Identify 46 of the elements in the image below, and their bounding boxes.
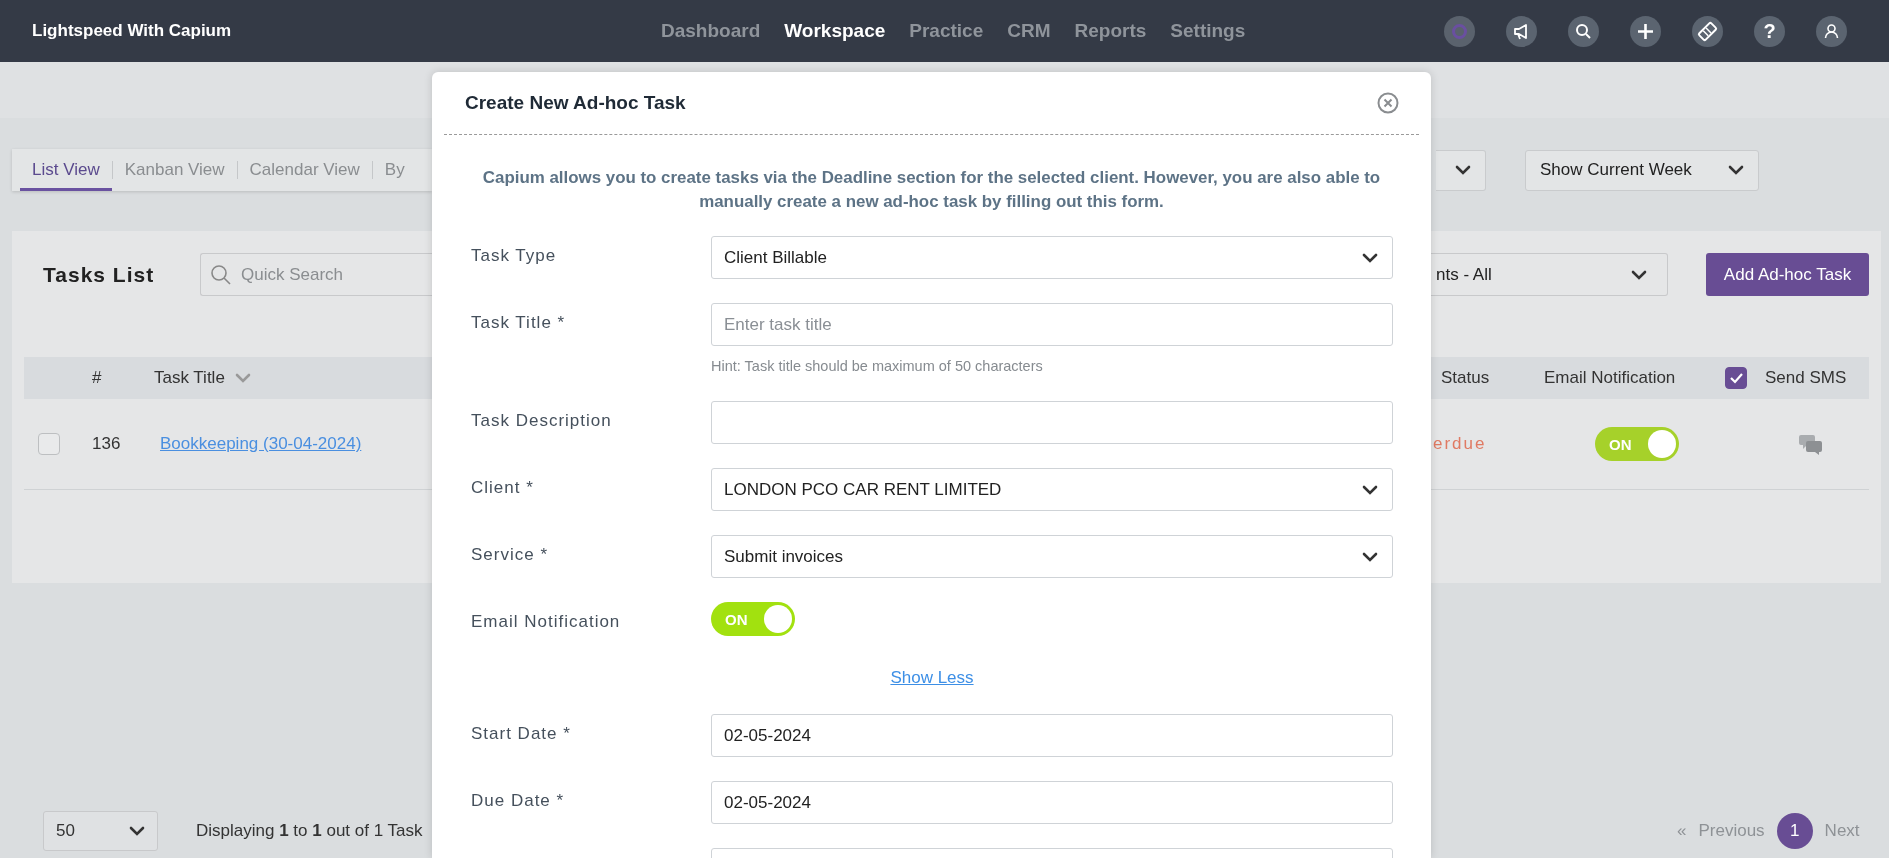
show-less-link[interactable]: Show Less — [890, 668, 974, 688]
view-tab[interactable]: Calendar View — [237, 149, 372, 191]
field-label: Task Description — [471, 410, 613, 431]
view-tab[interactable]: Kanban View — [112, 149, 237, 191]
field-label: Due Date * — [471, 790, 566, 811]
view-tab[interactable]: List View — [20, 149, 112, 191]
intro-text: Capium allows you to create tasks via the Deadline section for the selected client. However, you are also able to manually create a new ad-hoc task by filling out this form. — [481, 167, 1382, 213]
view-tab[interactable]: By — [372, 149, 417, 191]
column-header: Status — [1441, 368, 1490, 388]
input-field[interactable]: 02-05-2024 — [711, 781, 1393, 824]
input-field[interactable]: 02-05-2024 — [711, 714, 1393, 757]
input-field[interactable]: Enter task title — [711, 303, 1393, 346]
select-field[interactable]: LONDON PCO CAR RENT LIMITED — [711, 468, 1393, 511]
dialog-title: Create New Ad-hoc Task — [465, 92, 686, 114]
column-header: Email Notification — [1544, 368, 1676, 388]
nav-link[interactable]: Settings — [1170, 20, 1246, 42]
status-text: erdue — [1433, 434, 1487, 454]
summary-text: Displaying 1 to 1 out of 1 Task — [196, 821, 423, 841]
column-header: # — [92, 368, 102, 388]
panel-title: Tasks List — [43, 262, 156, 287]
page-button[interactable]: 1 — [1776, 813, 1813, 849]
column-header[interactable]: Task Title — [154, 368, 225, 388]
nav-link[interactable]: Workspace — [784, 20, 886, 42]
app-title: Lightspeed With Capium — [32, 21, 233, 41]
field-label: Email Notification — [471, 611, 622, 632]
field-label: Task Type — [471, 245, 558, 266]
field-label: Task Title * — [471, 312, 567, 333]
page-size-select[interactable]: 50 — [43, 811, 158, 851]
column-header: Send SMS — [1765, 368, 1847, 388]
hint-text: Hint: Task title should be maximum of 50 characters — [711, 358, 1044, 374]
nav-link[interactable]: Dashboard — [661, 20, 761, 42]
nav-link[interactable]: Reports — [1074, 20, 1147, 42]
select-field[interactable]: Submit invoices — [711, 535, 1393, 578]
select-field[interactable]: Client Billable — [711, 236, 1393, 279]
field-label: Client * — [471, 477, 535, 498]
nav-link[interactable]: CRM — [1007, 20, 1051, 42]
dropdown[interactable]: Show Current Week — [1525, 149, 1759, 191]
search-field[interactable]: Quick Search — [200, 253, 432, 296]
table-cell: 136 — [92, 434, 121, 454]
nav-link[interactable]: Practice — [909, 20, 984, 42]
field-label: Service * — [471, 544, 550, 565]
field-label: Start Date * — [471, 723, 572, 744]
task-link[interactable]: Bookkeeping (30-04-2024) — [160, 434, 362, 454]
help-button[interactable]: ? — [1754, 15, 1785, 47]
add-task-button[interactable]: Add Ad-hoc Task — [1706, 253, 1869, 296]
dropdown[interactable]: nts - All — [1431, 253, 1668, 296]
